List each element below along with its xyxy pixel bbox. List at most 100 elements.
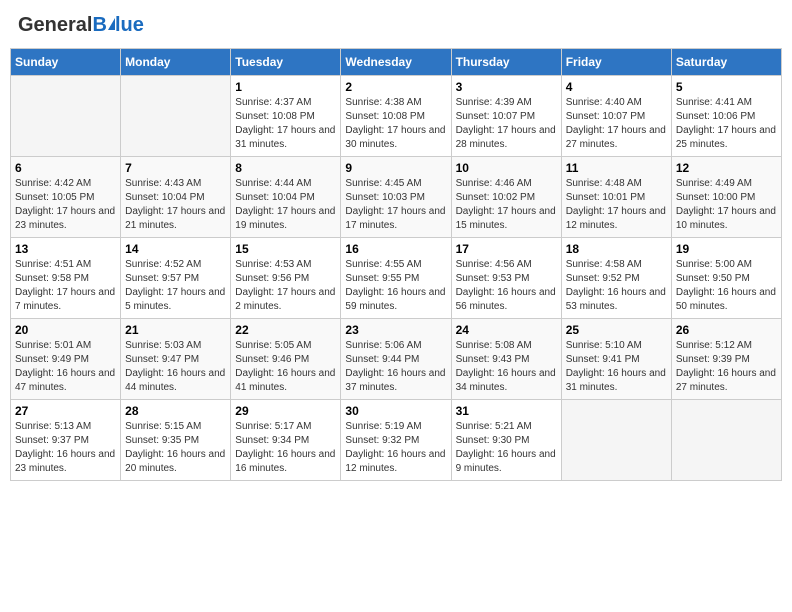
calendar-cell: 30 Sunrise: 5:19 AM Sunset: 9:32 PM Dayli… <box>341 400 451 481</box>
calendar-cell: 28Sunrise: 5:15 AM Sunset: 9:35 PM Dayli… <box>121 400 231 481</box>
calendar-cell: 19Sunrise: 5:00 AM Sunset: 9:50 PM Dayli… <box>671 238 781 319</box>
calendar-cell: 11 Sunrise: 4:48 AM Sunset: 10:01 PM Dayl… <box>561 157 671 238</box>
day-number: 18 <box>566 242 667 256</box>
calendar-cell: 4 Sunrise: 4:40 AM Sunset: 10:07 PM Dayli… <box>561 76 671 157</box>
calendar-cell: 20Sunrise: 5:01 AM Sunset: 9:49 PM Dayli… <box>11 319 121 400</box>
logo: GeneralB lue <box>18 14 144 36</box>
calendar-cell: 3 Sunrise: 4:39 AM Sunset: 10:07 PM Dayli… <box>451 76 561 157</box>
weekday-header-wednesday: Wednesday <box>341 49 451 76</box>
day-number: 2 <box>345 80 446 94</box>
day-number: 4 <box>566 80 667 94</box>
calendar-cell: 29 Sunrise: 5:17 AM Sunset: 9:34 PM Dayli… <box>231 400 341 481</box>
day-number: 31 <box>456 404 557 418</box>
calendar-cell: 21 Sunrise: 5:03 AM Sunset: 9:47 PM Dayli… <box>121 319 231 400</box>
day-info: Sunrise: 5:08 AM Sunset: 9:43 PM Dayligh… <box>456 339 557 395</box>
day-info: Sunrise: 5:15 AM Sunset: 9:35 PM Dayligh… <box>125 420 226 476</box>
day-number: 22 <box>235 323 336 337</box>
day-info: Sunrise: 4:37 AM Sunset: 10:08 PM Daylig… <box>235 96 336 152</box>
day-info: Sunrise: 5:19 AM Sunset: 9:32 PM Dayligh… <box>345 420 446 476</box>
day-info: Sunrise: 5:12 AM Sunset: 9:39 PM Dayligh… <box>676 339 777 395</box>
calendar-week-row: 27 Sunrise: 5:13 AM Sunset: 9:37 PM Dayli… <box>11 400 782 481</box>
calendar-cell: 1Sunrise: 4:37 AM Sunset: 10:08 PM Dayli… <box>231 76 341 157</box>
day-number: 9 <box>345 161 446 175</box>
day-info: Sunrise: 4:45 AM Sunset: 10:03 PM Daylig… <box>345 177 446 233</box>
day-info: Sunrise: 4:58 AM Sunset: 9:52 PM Dayligh… <box>566 258 667 314</box>
day-info: Sunrise: 4:38 AM Sunset: 10:08 PM Daylig… <box>345 96 446 152</box>
calendar-cell <box>11 76 121 157</box>
day-number: 11 <box>566 161 667 175</box>
calendar-cell: 24 Sunrise: 5:08 AM Sunset: 9:43 PM Dayli… <box>451 319 561 400</box>
day-number: 25 <box>566 323 667 337</box>
calendar-week-row: 20Sunrise: 5:01 AM Sunset: 9:49 PM Dayli… <box>11 319 782 400</box>
weekday-header-thursday: Thursday <box>451 49 561 76</box>
day-info: Sunrise: 5:13 AM Sunset: 9:37 PM Dayligh… <box>15 420 116 476</box>
day-info: Sunrise: 4:42 AM Sunset: 10:05 PM Daylig… <box>15 177 116 233</box>
day-number: 7 <box>125 161 226 175</box>
day-number: 24 <box>456 323 557 337</box>
logo-text: GeneralB lue <box>18 14 144 36</box>
calendar-cell: 18 Sunrise: 4:58 AM Sunset: 9:52 PM Dayli… <box>561 238 671 319</box>
day-number: 29 <box>235 404 336 418</box>
calendar-cell: 7Sunrise: 4:43 AM Sunset: 10:04 PM Dayli… <box>121 157 231 238</box>
day-number: 21 <box>125 323 226 337</box>
day-info: Sunrise: 5:06 AM Sunset: 9:44 PM Dayligh… <box>345 339 446 395</box>
day-info: Sunrise: 4:56 AM Sunset: 9:53 PM Dayligh… <box>456 258 557 314</box>
calendar-cell: 9 Sunrise: 4:45 AM Sunset: 10:03 PM Dayli… <box>341 157 451 238</box>
calendar-cell: 10 Sunrise: 4:46 AM Sunset: 10:02 PM Dayl… <box>451 157 561 238</box>
weekday-header-saturday: Saturday <box>671 49 781 76</box>
day-number: 27 <box>15 404 116 418</box>
day-info: Sunrise: 4:44 AM Sunset: 10:04 PM Daylig… <box>235 177 336 233</box>
calendar-cell: 12 Sunrise: 4:49 AM Sunset: 10:00 PM Dayl… <box>671 157 781 238</box>
calendar-cell: 16 Sunrise: 4:55 AM Sunset: 9:55 PM Dayli… <box>341 238 451 319</box>
day-info: Sunrise: 5:03 AM Sunset: 9:47 PM Dayligh… <box>125 339 226 395</box>
day-info: Sunrise: 5:21 AM Sunset: 9:30 PM Dayligh… <box>456 420 557 476</box>
day-number: 23 <box>345 323 446 337</box>
day-number: 30 <box>345 404 446 418</box>
calendar-cell: 25 Sunrise: 5:10 AM Sunset: 9:41 PM Dayli… <box>561 319 671 400</box>
day-number: 14 <box>125 242 226 256</box>
day-info: Sunrise: 4:53 AM Sunset: 9:56 PM Dayligh… <box>235 258 336 314</box>
day-info: Sunrise: 4:55 AM Sunset: 9:55 PM Dayligh… <box>345 258 446 314</box>
calendar-cell: 23 Sunrise: 5:06 AM Sunset: 9:44 PM Dayli… <box>341 319 451 400</box>
calendar-cell: 17 Sunrise: 4:56 AM Sunset: 9:53 PM Dayli… <box>451 238 561 319</box>
calendar-cell: 22 Sunrise: 5:05 AM Sunset: 9:46 PM Dayli… <box>231 319 341 400</box>
page-header: GeneralB lue <box>10 10 782 40</box>
calendar-cell: 13Sunrise: 4:51 AM Sunset: 9:58 PM Dayli… <box>11 238 121 319</box>
calendar-table: SundayMondayTuesdayWednesdayThursdayFrid… <box>10 48 782 481</box>
day-number: 17 <box>456 242 557 256</box>
day-info: Sunrise: 4:49 AM Sunset: 10:00 PM Daylig… <box>676 177 777 233</box>
day-number: 20 <box>15 323 116 337</box>
day-info: Sunrise: 5:05 AM Sunset: 9:46 PM Dayligh… <box>235 339 336 395</box>
day-number: 12 <box>676 161 777 175</box>
day-number: 15 <box>235 242 336 256</box>
weekday-header-tuesday: Tuesday <box>231 49 341 76</box>
calendar-cell: 15 Sunrise: 4:53 AM Sunset: 9:56 PM Dayli… <box>231 238 341 319</box>
calendar-cell: 5 Sunrise: 4:41 AM Sunset: 10:06 PM Dayli… <box>671 76 781 157</box>
day-number: 10 <box>456 161 557 175</box>
weekday-header-friday: Friday <box>561 49 671 76</box>
calendar-cell: 31 Sunrise: 5:21 AM Sunset: 9:30 PM Dayli… <box>451 400 561 481</box>
day-number: 26 <box>676 323 777 337</box>
calendar-cell <box>121 76 231 157</box>
calendar-cell <box>671 400 781 481</box>
calendar-cell: 14Sunrise: 4:52 AM Sunset: 9:57 PM Dayli… <box>121 238 231 319</box>
day-info: Sunrise: 4:41 AM Sunset: 10:06 PM Daylig… <box>676 96 777 152</box>
calendar-cell: 6 Sunrise: 4:42 AM Sunset: 10:05 PM Dayli… <box>11 157 121 238</box>
day-info: Sunrise: 4:48 AM Sunset: 10:01 PM Daylig… <box>566 177 667 233</box>
day-info: Sunrise: 4:40 AM Sunset: 10:07 PM Daylig… <box>566 96 667 152</box>
calendar-cell <box>561 400 671 481</box>
day-number: 6 <box>15 161 116 175</box>
day-number: 8 <box>235 161 336 175</box>
day-number: 5 <box>676 80 777 94</box>
calendar-week-row: 6 Sunrise: 4:42 AM Sunset: 10:05 PM Dayli… <box>11 157 782 238</box>
day-number: 16 <box>345 242 446 256</box>
calendar-week-row: 13Sunrise: 4:51 AM Sunset: 9:58 PM Dayli… <box>11 238 782 319</box>
day-info: Sunrise: 5:00 AM Sunset: 9:50 PM Dayligh… <box>676 258 777 314</box>
day-info: Sunrise: 4:39 AM Sunset: 10:07 PM Daylig… <box>456 96 557 152</box>
day-info: Sunrise: 5:10 AM Sunset: 9:41 PM Dayligh… <box>566 339 667 395</box>
day-info: Sunrise: 5:17 AM Sunset: 9:34 PM Dayligh… <box>235 420 336 476</box>
calendar-cell: 2 Sunrise: 4:38 AM Sunset: 10:08 PM Dayli… <box>341 76 451 157</box>
day-info: Sunrise: 4:46 AM Sunset: 10:02 PM Daylig… <box>456 177 557 233</box>
weekday-header-monday: Monday <box>121 49 231 76</box>
day-number: 3 <box>456 80 557 94</box>
